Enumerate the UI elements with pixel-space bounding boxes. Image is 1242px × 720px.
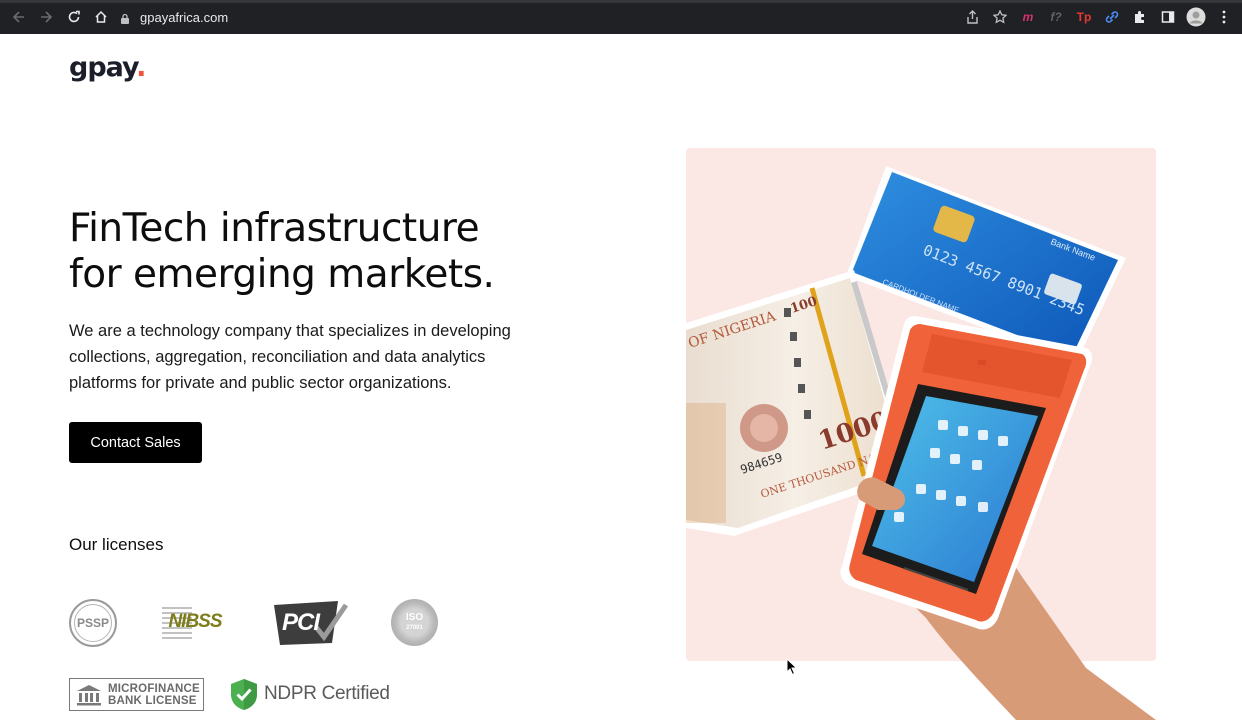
contact-sales-button[interactable]: Contact Sales <box>69 422 202 463</box>
licenses-heading: Our licenses <box>69 535 164 554</box>
share-icon[interactable] <box>962 7 982 27</box>
ndpr-label: NDPR Certified <box>264 683 390 704</box>
hero-title-line-2: for emerging markets. <box>69 252 495 297</box>
home-icon[interactable] <box>87 3 115 31</box>
toolbar-right: m f? Tp <box>962 5 1234 29</box>
pci-label: PCI <box>282 609 320 636</box>
hero-illustration: 0123 4567 8901 2345 Bank Name CARDHOLDER… <box>686 148 1156 720</box>
side-panel-icon[interactable] <box>1158 7 1178 27</box>
browser-top-strip <box>0 0 1242 3</box>
microfinance-license-logo: MICROFINANCE BANK LICENSE <box>69 678 204 711</box>
hero-title-line-1: FinTech infrastructure <box>69 206 480 251</box>
profile-avatar-icon[interactable] <box>1186 7 1206 27</box>
link-extension-icon[interactable] <box>1102 7 1122 27</box>
browser-toolbar: gpayafrica.com m f? Tp <box>0 0 1242 34</box>
menu-dots-icon[interactable] <box>1214 7 1234 27</box>
iso-label: ISO <box>405 611 424 623</box>
address-bar[interactable]: gpayafrica.com <box>120 5 950 29</box>
lock-icon <box>120 12 130 24</box>
bank-building-icon <box>77 684 101 705</box>
bookmark-star-icon[interactable] <box>990 7 1010 27</box>
gpay-logo[interactable]: gpay. <box>69 52 146 83</box>
puzzle-extensions-icon[interactable] <box>1130 7 1150 27</box>
hero-description: We are a technology company that special… <box>69 322 511 392</box>
mfb-line-2: BANK LICENSE <box>108 694 197 707</box>
forward-icon[interactable] <box>32 3 60 31</box>
iso-certification-logo: ISO 27001 <box>391 599 438 646</box>
pssp-license-logo: PSSP <box>69 599 117 647</box>
url-text: gpayafrica.com <box>140 9 229 25</box>
logo-text: gpay <box>69 52 137 83</box>
pssp-label: PSSP <box>76 616 109 630</box>
hero-title: FinTech infrastructure for emerging mark… <box>69 206 589 298</box>
back-icon[interactable] <box>5 3 33 31</box>
pci-license-logo: PCI <box>272 599 348 647</box>
iso-standard-label: 27001 <box>406 624 423 631</box>
extension-m-icon[interactable]: m <box>1018 7 1038 27</box>
mouse-cursor-icon <box>786 658 798 676</box>
extension-f-icon[interactable]: f? <box>1046 7 1066 27</box>
shield-check-icon <box>231 678 257 710</box>
extension-tp-icon[interactable]: Tp <box>1074 7 1094 27</box>
mfb-line-1: MICROFINANCE <box>108 682 200 695</box>
logo-dot: . <box>136 52 146 83</box>
nibss-label: NIBSS <box>168 611 222 632</box>
reload-icon[interactable] <box>60 3 88 31</box>
ndpr-certified-logo: NDPR Certified <box>230 677 390 711</box>
payment-collage-image: 0123 4567 8901 2345 Bank Name CARDHOLDER… <box>686 166 1156 720</box>
nibss-license-logo: NIBSS <box>160 601 230 643</box>
